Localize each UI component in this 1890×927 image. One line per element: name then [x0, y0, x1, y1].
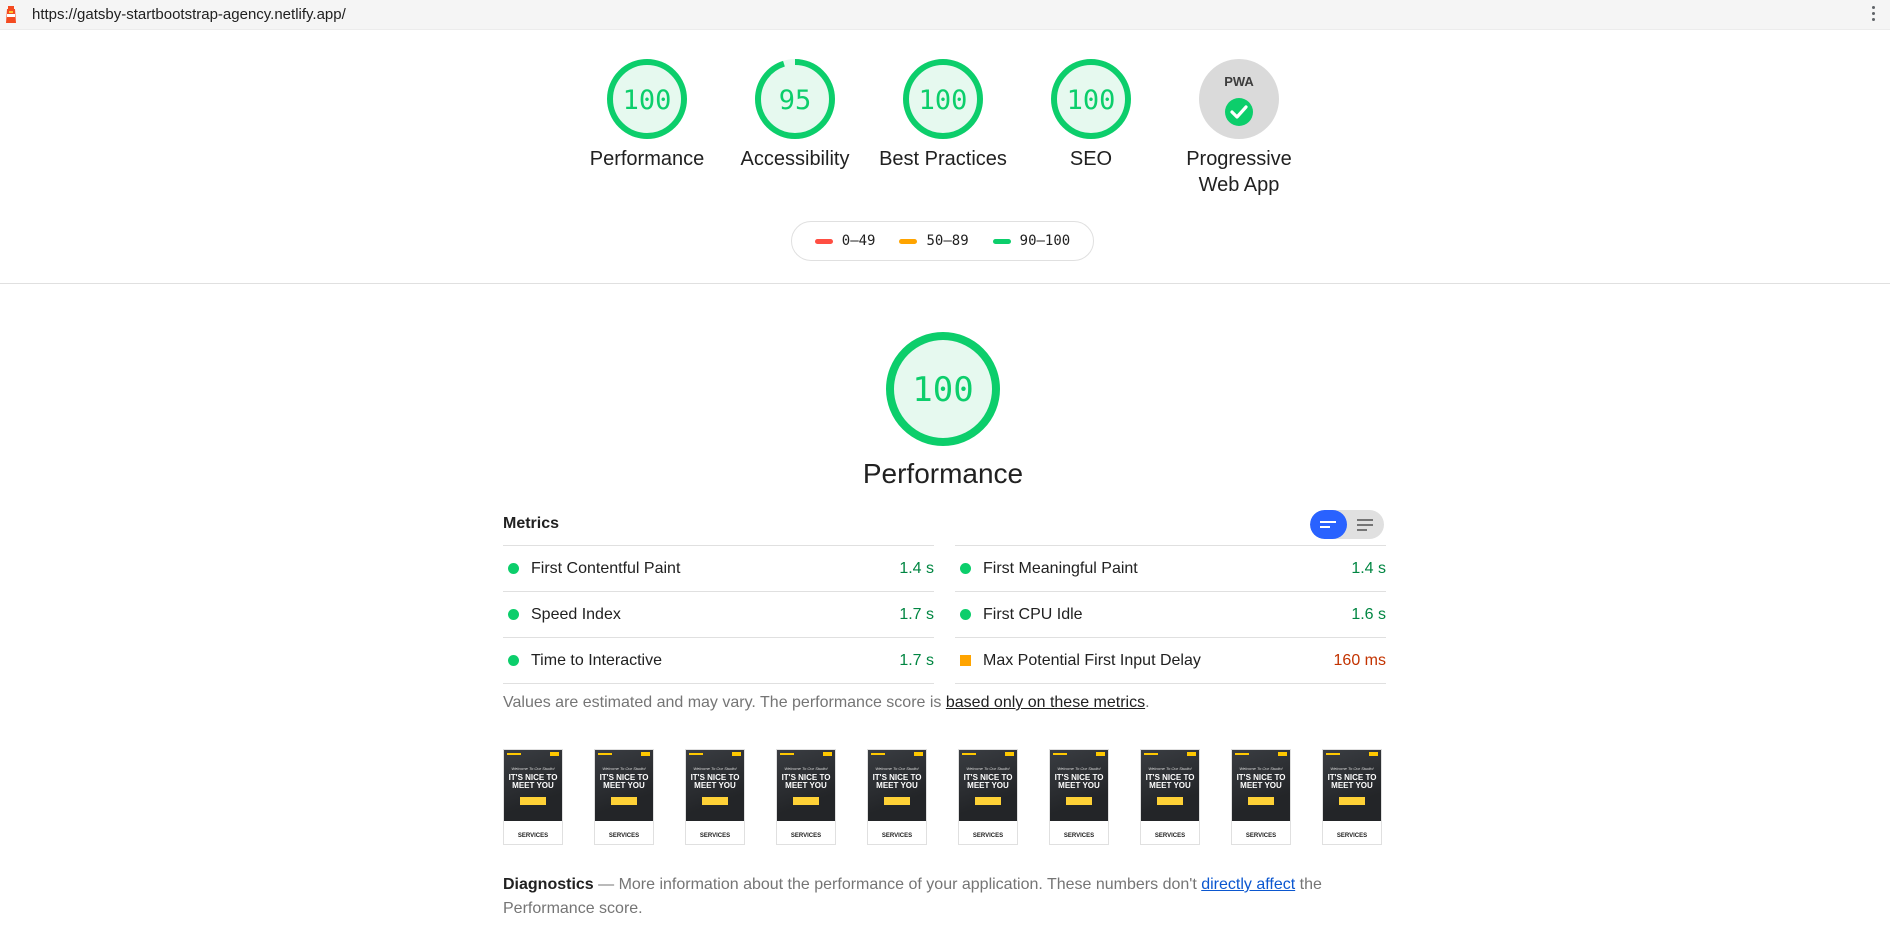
gauge-label: Progressive Web App: [1186, 148, 1292, 196]
pass-indicator-icon: [508, 609, 519, 620]
score-ring: 100: [1051, 59, 1131, 139]
frame-screenshot: Welcome To Our Studio! IT'S NICE TO MEET …: [1141, 750, 1199, 821]
filmstrip-frame: Welcome To Our Studio! IT'S NICE TO MEET …: [503, 749, 563, 845]
frame-caption: SERVICES: [608, 833, 640, 839]
metric-first-meaningful-paint: First Meaningful Paint 1.4 s: [955, 545, 1386, 591]
frame-screenshot: Welcome To Our Studio! IT'S NICE TO MEET …: [1232, 750, 1290, 821]
gauge-pwa[interactable]: PWA Progressive Web App: [1174, 58, 1304, 198]
performance-gauge: 100: [886, 332, 1000, 446]
filmstrip-frame: Welcome To Our Studio! IT'S NICE TO MEET …: [685, 749, 745, 845]
frame-screenshot: Welcome To Our Studio! IT'S NICE TO MEET …: [686, 750, 744, 821]
legend-fail: 0–49: [814, 233, 875, 249]
score-ring: 100: [903, 59, 983, 139]
pwa-badge: PWA: [1199, 59, 1279, 139]
filmstrip-frame: Welcome To Our Studio! IT'S NICE TO MEET …: [958, 749, 1018, 845]
filmstrip-frame: Welcome To Our Studio! IT'S NICE TO MEET …: [1322, 749, 1382, 845]
filmstrip-frame: Welcome To Our Studio! IT'S NICE TO MEET …: [867, 749, 927, 845]
frame-screenshot: Welcome To Our Studio! IT'S NICE TO MEET …: [777, 750, 835, 821]
performance-title: Performance: [862, 458, 1024, 489]
frame-caption: SERVICES: [1336, 833, 1368, 839]
gauge-label: Accessibility: [740, 148, 850, 170]
frame-caption: SERVICES: [972, 833, 1004, 839]
expanded-view-icon[interactable]: [1347, 510, 1384, 539]
gauge-score: 95: [779, 85, 812, 116]
gauge-accessibility[interactable]: 95 Accessibility: [730, 58, 860, 172]
metrics-note: Values are estimated and may vary. The p…: [503, 694, 1150, 711]
frame-caption: SERVICES: [790, 833, 822, 839]
metrics-column-left: First Contentful Paint 1.4 s Speed Index…: [503, 545, 934, 684]
score-legend: 0–49 50–89 90–100: [791, 221, 1094, 261]
fail-swatch-icon: [814, 238, 833, 244]
metric-max-potential-fid: Max Potential First Input Delay 160 ms: [955, 637, 1386, 684]
gauge-best-practices[interactable]: 100 Best Practices: [878, 58, 1008, 172]
metrics-heading: Metrics: [503, 515, 560, 532]
frame-caption: SERVICES: [1245, 833, 1277, 839]
frame-screenshot: Welcome To Our Studio! IT'S NICE TO MEET …: [595, 750, 653, 821]
pass-indicator-icon: [508, 563, 519, 574]
average-indicator-icon: [960, 655, 971, 666]
section-divider: [0, 283, 1890, 284]
pass-swatch-icon: [992, 238, 1011, 244]
gauge-label: Best Practices: [879, 148, 1007, 170]
legend-average: 50–89: [899, 233, 969, 249]
directly-affect-link[interactable]: directly affect: [1201, 876, 1295, 893]
metric-time-to-interactive: Time to Interactive 1.7 s: [503, 637, 934, 684]
filmstrip-frame: Welcome To Our Studio! IT'S NICE TO MEET …: [776, 749, 836, 845]
frame-screenshot: Welcome To Our Studio! IT'S NICE TO MEET …: [868, 750, 926, 821]
filmstrip-frame: Welcome To Our Studio! IT'S NICE TO MEET …: [1049, 749, 1109, 845]
lighthouse-icon: [6, 6, 16, 23]
gauge-label: Performance: [589, 148, 705, 170]
frame-caption: SERVICES: [699, 833, 731, 839]
metrics-view-toggle[interactable]: [1310, 510, 1384, 539]
metric-first-cpu-idle: First CPU Idle 1.6 s: [955, 591, 1386, 637]
pwa-logo-text: PWA: [1224, 74, 1254, 89]
performance-score: 100: [912, 370, 973, 410]
compact-view-icon[interactable]: [1310, 510, 1347, 539]
more-options-icon[interactable]: [1872, 6, 1876, 24]
metrics-column-right: First Meaningful Paint 1.4 s First CPU I…: [955, 545, 1386, 684]
gauge-seo[interactable]: 100 SEO: [1026, 58, 1156, 172]
check-icon: [1225, 98, 1253, 126]
filmstrip-frame: Welcome To Our Studio! IT'S NICE TO MEET …: [1140, 749, 1200, 845]
gauge-label: SEO: [1069, 148, 1113, 170]
metrics-info-link[interactable]: based only on these metrics: [946, 694, 1145, 711]
frame-screenshot: Welcome To Our Studio! IT'S NICE TO MEET …: [504, 750, 562, 821]
frame-caption: SERVICES: [881, 833, 913, 839]
frame-screenshot: Welcome To Our Studio! IT'S NICE TO MEET …: [1323, 750, 1381, 821]
metric-first-contentful-paint: First Contentful Paint 1.4 s: [503, 545, 934, 591]
page-url: https://gatsby-startbootstrap-agency.net…: [32, 6, 346, 23]
pass-indicator-icon: [960, 609, 971, 620]
frame-caption: SERVICES: [1063, 833, 1095, 839]
pass-indicator-icon: [960, 563, 971, 574]
gauge-score: 100: [919, 85, 968, 116]
score-ring: 100: [607, 59, 687, 139]
frame-caption: SERVICES: [1154, 833, 1186, 839]
gauge-score: 100: [1067, 85, 1116, 116]
legend-pass: 90–100: [992, 233, 1070, 249]
metric-speed-index: Speed Index 1.7 s: [503, 591, 934, 637]
filmstrip-frame: Welcome To Our Studio! IT'S NICE TO MEET …: [594, 749, 654, 845]
score-ring: 95: [755, 59, 835, 139]
average-swatch-icon: [899, 238, 918, 244]
diagnostics-title: Diagnostics: [503, 876, 594, 893]
frame-screenshot: Welcome To Our Studio! IT'S NICE TO MEET …: [1050, 750, 1108, 821]
top-bar: https://gatsby-startbootstrap-agency.net…: [0, 0, 1890, 30]
gauge-performance[interactable]: 100 Performance: [582, 58, 712, 172]
pass-indicator-icon: [508, 655, 519, 666]
filmstrip-frame: Welcome To Our Studio! IT'S NICE TO MEET …: [1231, 749, 1291, 845]
gauge-score: 100: [623, 85, 672, 116]
diagnostics-intro: Diagnostics — More information about the…: [503, 876, 1322, 917]
frame-caption: SERVICES: [517, 833, 549, 839]
frame-screenshot: Welcome To Our Studio! IT'S NICE TO MEET …: [959, 750, 1017, 821]
